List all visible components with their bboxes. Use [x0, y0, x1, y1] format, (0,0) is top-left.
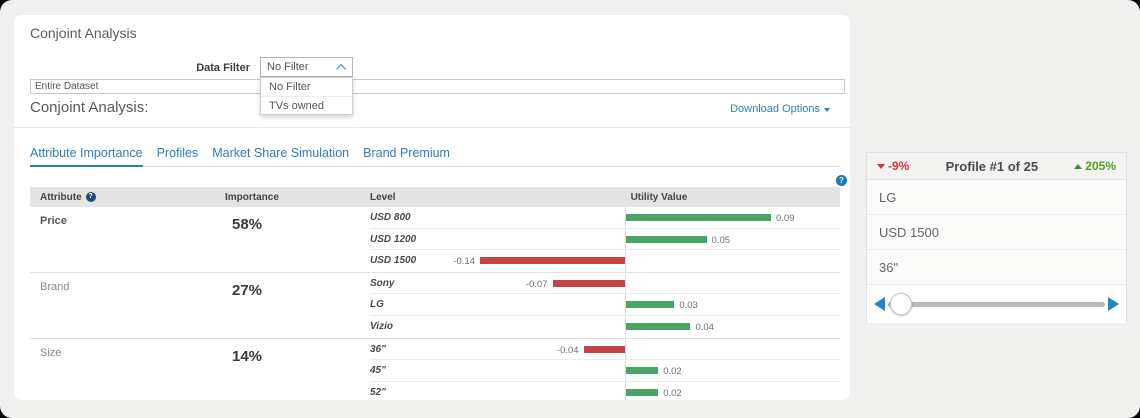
- utility-bar: [626, 214, 771, 221]
- tab-market-share-simulation[interactable]: Market Share Simulation: [212, 146, 349, 167]
- data-filter-selected-value: No Filter: [267, 61, 309, 73]
- slider-track[interactable]: [888, 292, 1105, 315]
- data-filter-select[interactable]: No Filter: [260, 57, 353, 77]
- app-screen: Conjoint Analysis Data Filter No Filter …: [0, 0, 1140, 418]
- utility-bar: [552, 279, 625, 287]
- tab-bar: Attribute Importance Profiles Market Share…: [30, 146, 840, 167]
- triangle-up-icon: [1074, 163, 1083, 169]
- level-label: Vizio: [370, 320, 393, 332]
- utility-bar: [583, 345, 625, 353]
- attribute-section-size: Size 14% 36" -0.04 45" 0.02 52" 0.02: [30, 337, 840, 400]
- profile-counter: Profile #1 of 25: [945, 158, 1039, 174]
- utility-bar: [626, 322, 691, 330]
- importance-value: 27%: [232, 281, 263, 299]
- tab-profiles[interactable]: Profiles: [157, 146, 199, 167]
- attribute-name: Price: [40, 215, 67, 227]
- utility-bar: [626, 235, 707, 243]
- attribute-section-price: Price 58% USD 800 0.09 USD 1200 0.05 USD 1500 -…: [30, 207, 840, 272]
- utility-value: -0.07: [525, 278, 548, 290]
- utility-value: 0.03: [679, 300, 698, 312]
- level-label: 36": [370, 343, 386, 355]
- utility-value: 0.02: [663, 387, 682, 399]
- level-label: USD 800: [370, 212, 411, 223]
- utility-row: Sony -0.07: [370, 273, 840, 295]
- level-label: USD 1500: [370, 255, 417, 267]
- importance-value: 58%: [232, 216, 263, 233]
- header-divider: [14, 127, 850, 128]
- importance-column-header: Importance: [225, 191, 279, 203]
- tab-brand-premium[interactable]: Brand Premium: [363, 146, 450, 167]
- data-filter-label: Data Filter: [196, 62, 250, 74]
- level-label: USD 1200: [370, 233, 417, 245]
- slider-prev-arrow[interactable]: [874, 297, 885, 311]
- slider-next-arrow[interactable]: [1108, 297, 1119, 311]
- utility-value: 0.04: [695, 321, 714, 333]
- filter-option[interactable]: No Filter: [261, 78, 352, 96]
- increase-value: 205%: [1085, 159, 1116, 173]
- profile-attribute-row: LG: [867, 180, 1126, 215]
- attribute-name: Brand: [40, 280, 70, 293]
- utility-column-header: Utility Value: [630, 191, 688, 203]
- level-label: 45": [370, 365, 386, 377]
- level-label: LG: [370, 299, 384, 311]
- attribute-name: Size: [40, 346, 62, 359]
- attribute-column-header: Attribute ?: [30, 192, 225, 203]
- profile-attribute-list: LG USD 1500 36": [867, 180, 1126, 285]
- profile-attribute-row: USD 1500: [867, 215, 1126, 250]
- level-label: 52": [370, 386, 386, 398]
- utility-bar: [626, 367, 659, 375]
- question-icon[interactable]: ?: [85, 192, 96, 202]
- utility-row: 36" -0.04: [370, 339, 840, 361]
- profile-panel: -9% Profile #1 of 25 205% LG USD 1500 36": [866, 152, 1127, 323]
- table-body: Price 58% USD 800 0.09 USD 1200 0.05 USD 1500 -…: [30, 207, 840, 400]
- attribute-header-label: Attribute: [40, 191, 82, 203]
- triangle-down-icon: [877, 163, 885, 169]
- profile-slider: [867, 285, 1126, 323]
- utility-bar: [480, 257, 625, 265]
- profile-attribute-row: 36": [867, 250, 1126, 285]
- utility-bar: [626, 388, 659, 396]
- level-label: Sony: [370, 277, 395, 289]
- utility-row: 52" 0.02: [370, 382, 840, 400]
- attribute-importance-table: Attribute ? Importance Level Utility Val…: [30, 187, 840, 400]
- download-options-label: Download Options: [730, 103, 820, 115]
- table-header-row: Attribute ? Importance Level Utility Val…: [30, 187, 840, 207]
- utility-value: 0.02: [663, 366, 682, 378]
- levels-column: 36" -0.04 45" 0.02 52" 0.02: [370, 339, 840, 400]
- download-options-link[interactable]: Download Options: [730, 103, 830, 115]
- utility-row: USD 1200 0.05: [370, 229, 840, 251]
- help-icon[interactable]: ?: [836, 175, 847, 186]
- dataset-input[interactable]: [30, 79, 845, 94]
- decrease-value: -9%: [888, 159, 910, 173]
- utility-row: 45" 0.02: [370, 360, 840, 382]
- slider-handle[interactable]: [890, 292, 912, 315]
- conjoint-analysis-card: Conjoint Analysis Data Filter No Filter …: [14, 15, 850, 400]
- filter-option[interactable]: TVs owned: [261, 96, 352, 114]
- utility-row: Vizio 0.04: [370, 316, 840, 338]
- profile-increase-badge: 205%: [1074, 159, 1116, 173]
- level-column-header: Level: [370, 191, 396, 203]
- chevron-down-icon: [824, 108, 830, 112]
- levels-column: Sony -0.07 LG 0.03 Vizio 0.04: [370, 273, 840, 338]
- levels-column: USD 800 0.09 USD 1200 0.05 USD 1500 -0.14: [370, 207, 840, 272]
- utility-bar: [626, 301, 675, 309]
- utility-value: -0.14: [453, 256, 475, 268]
- utility-value: -0.04: [556, 344, 579, 356]
- profile-panel-header: -9% Profile #1 of 25 205%: [867, 153, 1126, 180]
- tab-attribute-importance[interactable]: Attribute Importance: [30, 146, 143, 167]
- utility-row: LG 0.03: [370, 294, 840, 316]
- profile-decrease-badge: -9%: [877, 159, 909, 173]
- utility-value: 0.05: [711, 234, 731, 246]
- data-filter-menu: No Filter TVs owned: [260, 77, 353, 115]
- page-title: Conjoint Analysis: [30, 25, 137, 41]
- utility-row: USD 800 0.09: [370, 207, 840, 229]
- utility-row: USD 1500 -0.14: [370, 250, 840, 272]
- importance-value: 14%: [232, 347, 263, 365]
- chevron-up-icon: [336, 63, 347, 74]
- utility-value: 0.09: [776, 213, 795, 224]
- attribute-section-brand: Brand 27% Sony -0.07 LG 0.03 Vizio 0.04: [30, 271, 840, 338]
- section-title: Conjoint Analysis:: [30, 99, 149, 116]
